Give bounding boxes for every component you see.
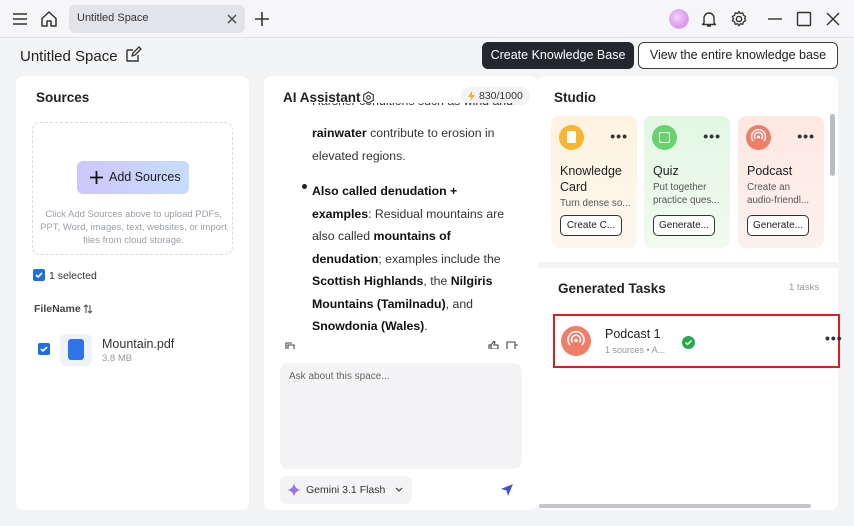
bullet	[302, 184, 307, 189]
create-card-button[interactable]: Create C...	[560, 215, 622, 236]
card-desc-line1: Create an	[747, 182, 791, 193]
tab-title: Untitled Space	[77, 12, 149, 24]
generate-quiz-button[interactable]: Generate...	[653, 215, 715, 236]
studio-panel: Studio ••• Knowledge Card Turn dense so.…	[538, 76, 843, 510]
bell-icon[interactable]	[699, 9, 719, 29]
cut-off-line: Harsher conditions such as wind and	[312, 103, 517, 114]
add-sources-button[interactable]: Add Sources	[77, 161, 189, 194]
close-tab-icon[interactable]	[226, 13, 238, 25]
selected-count: 1 selected	[49, 270, 97, 282]
podcast-tool[interactable]: ••• Podcast Create an audio-friendl... G…	[738, 116, 824, 248]
podcast-icon	[746, 125, 771, 150]
card-title: Knowledge Card	[560, 164, 622, 194]
chat-paragraph-2: Also called denudation + examples: Resid…	[312, 184, 505, 333]
minimize-icon[interactable]	[765, 9, 785, 29]
drop-hint: Click Add Sources above to upload PDFs, …	[40, 209, 227, 246]
horizontal-scrollbar[interactable]	[539, 504, 811, 508]
avatar[interactable]	[669, 9, 689, 29]
card-title: Podcast	[747, 164, 793, 178]
vertical-scrollbar[interactable]	[830, 114, 835, 176]
filename-column-header[interactable]: FileName	[34, 303, 81, 315]
model-name: Gemini 3.1 Flash	[306, 484, 386, 496]
more-options-icon[interactable]: •••	[703, 128, 721, 144]
view-knowledge-base-button[interactable]: View the entire knowledge base	[638, 42, 838, 69]
more-options-icon[interactable]: •••	[610, 128, 628, 144]
card-title: Quiz	[653, 164, 679, 178]
card-desc-line2: audio-friendl...	[747, 195, 810, 206]
chat-input-placeholder: Ask about this space...	[289, 371, 390, 382]
card-desc: Turn dense so...	[560, 198, 631, 209]
sort-icon[interactable]	[82, 303, 94, 315]
credits-value: 830/1000	[479, 90, 523, 102]
task-name: Podcast 1	[605, 327, 661, 341]
new-tab-icon[interactable]	[252, 9, 272, 29]
chat-paragraph-1: rainwater contribute to erosion in eleva…	[312, 126, 495, 163]
quiz-icon	[652, 125, 677, 150]
file-checkbox[interactable]	[38, 343, 50, 355]
export-icon[interactable]	[506, 341, 518, 349]
sources-panel: Sources Add Sources Click Add Sources ab…	[16, 76, 249, 510]
studio-title: Studio	[554, 90, 596, 105]
chevron-down-icon	[395, 487, 403, 492]
edit-icon[interactable]	[124, 46, 142, 64]
create-knowledge-base-button[interactable]: Create Knowledge Base	[482, 42, 634, 69]
chat-input[interactable]: Ask about this space...	[280, 363, 522, 469]
generated-tasks-title: Generated Tasks	[558, 281, 666, 296]
generate-podcast-button[interactable]: Generate...	[747, 215, 809, 236]
close-window-icon[interactable]	[823, 9, 843, 29]
tab-untitled-space[interactable]: Untitled Space	[69, 5, 245, 33]
maximize-icon[interactable]	[794, 9, 814, 29]
file-name[interactable]: Mountain.pdf	[102, 337, 174, 351]
lightning-icon	[468, 91, 475, 101]
podcast-icon	[561, 326, 591, 356]
task-row-podcast-1[interactable]: Podcast 1 1 sources • A... •••	[553, 314, 843, 368]
source-drop-area[interactable]: Add Sources Click Add Sources above to u…	[32, 122, 233, 255]
ai-assistant-panel: AI Assistant 830/1000 Harsher conditions…	[264, 76, 538, 510]
knowledge-card-tool[interactable]: ••• Knowledge Card Turn dense so... Crea…	[551, 116, 637, 248]
plus-icon	[90, 171, 103, 184]
card-desc-line2: practice ques...	[653, 195, 720, 206]
gear-icon[interactable]	[729, 9, 749, 29]
completed-check-icon	[682, 336, 695, 349]
task-count: 1 tasks	[789, 282, 820, 293]
gemini-icon	[287, 483, 301, 497]
task-meta: 1 sources • A...	[605, 345, 666, 355]
divider	[538, 262, 838, 268]
select-all-checkbox[interactable]	[33, 269, 45, 281]
copy-icon[interactable]	[284, 341, 296, 349]
add-sources-label: Add Sources	[109, 170, 181, 184]
file-size: 3.8 MB	[102, 353, 133, 364]
thumbs-up-icon[interactable]	[488, 341, 500, 349]
home-icon[interactable]	[39, 9, 59, 29]
pdf-file-icon	[60, 334, 92, 366]
knowledge-card-icon	[559, 125, 584, 150]
menu-icon[interactable]	[10, 9, 30, 29]
model-selector[interactable]: Gemini 3.1 Flash	[280, 476, 412, 504]
sources-title: Sources	[36, 90, 90, 105]
space-title: Untitled Space	[20, 48, 118, 65]
quiz-tool[interactable]: ••• Quiz Put together practice ques... G…	[644, 116, 730, 248]
send-icon[interactable]	[500, 483, 514, 497]
card-desc-line1: Put together	[653, 182, 707, 193]
title-bar: Untitled Space	[0, 0, 854, 38]
task-more-options-icon[interactable]: •••	[825, 330, 843, 346]
more-options-icon[interactable]: •••	[797, 128, 815, 144]
